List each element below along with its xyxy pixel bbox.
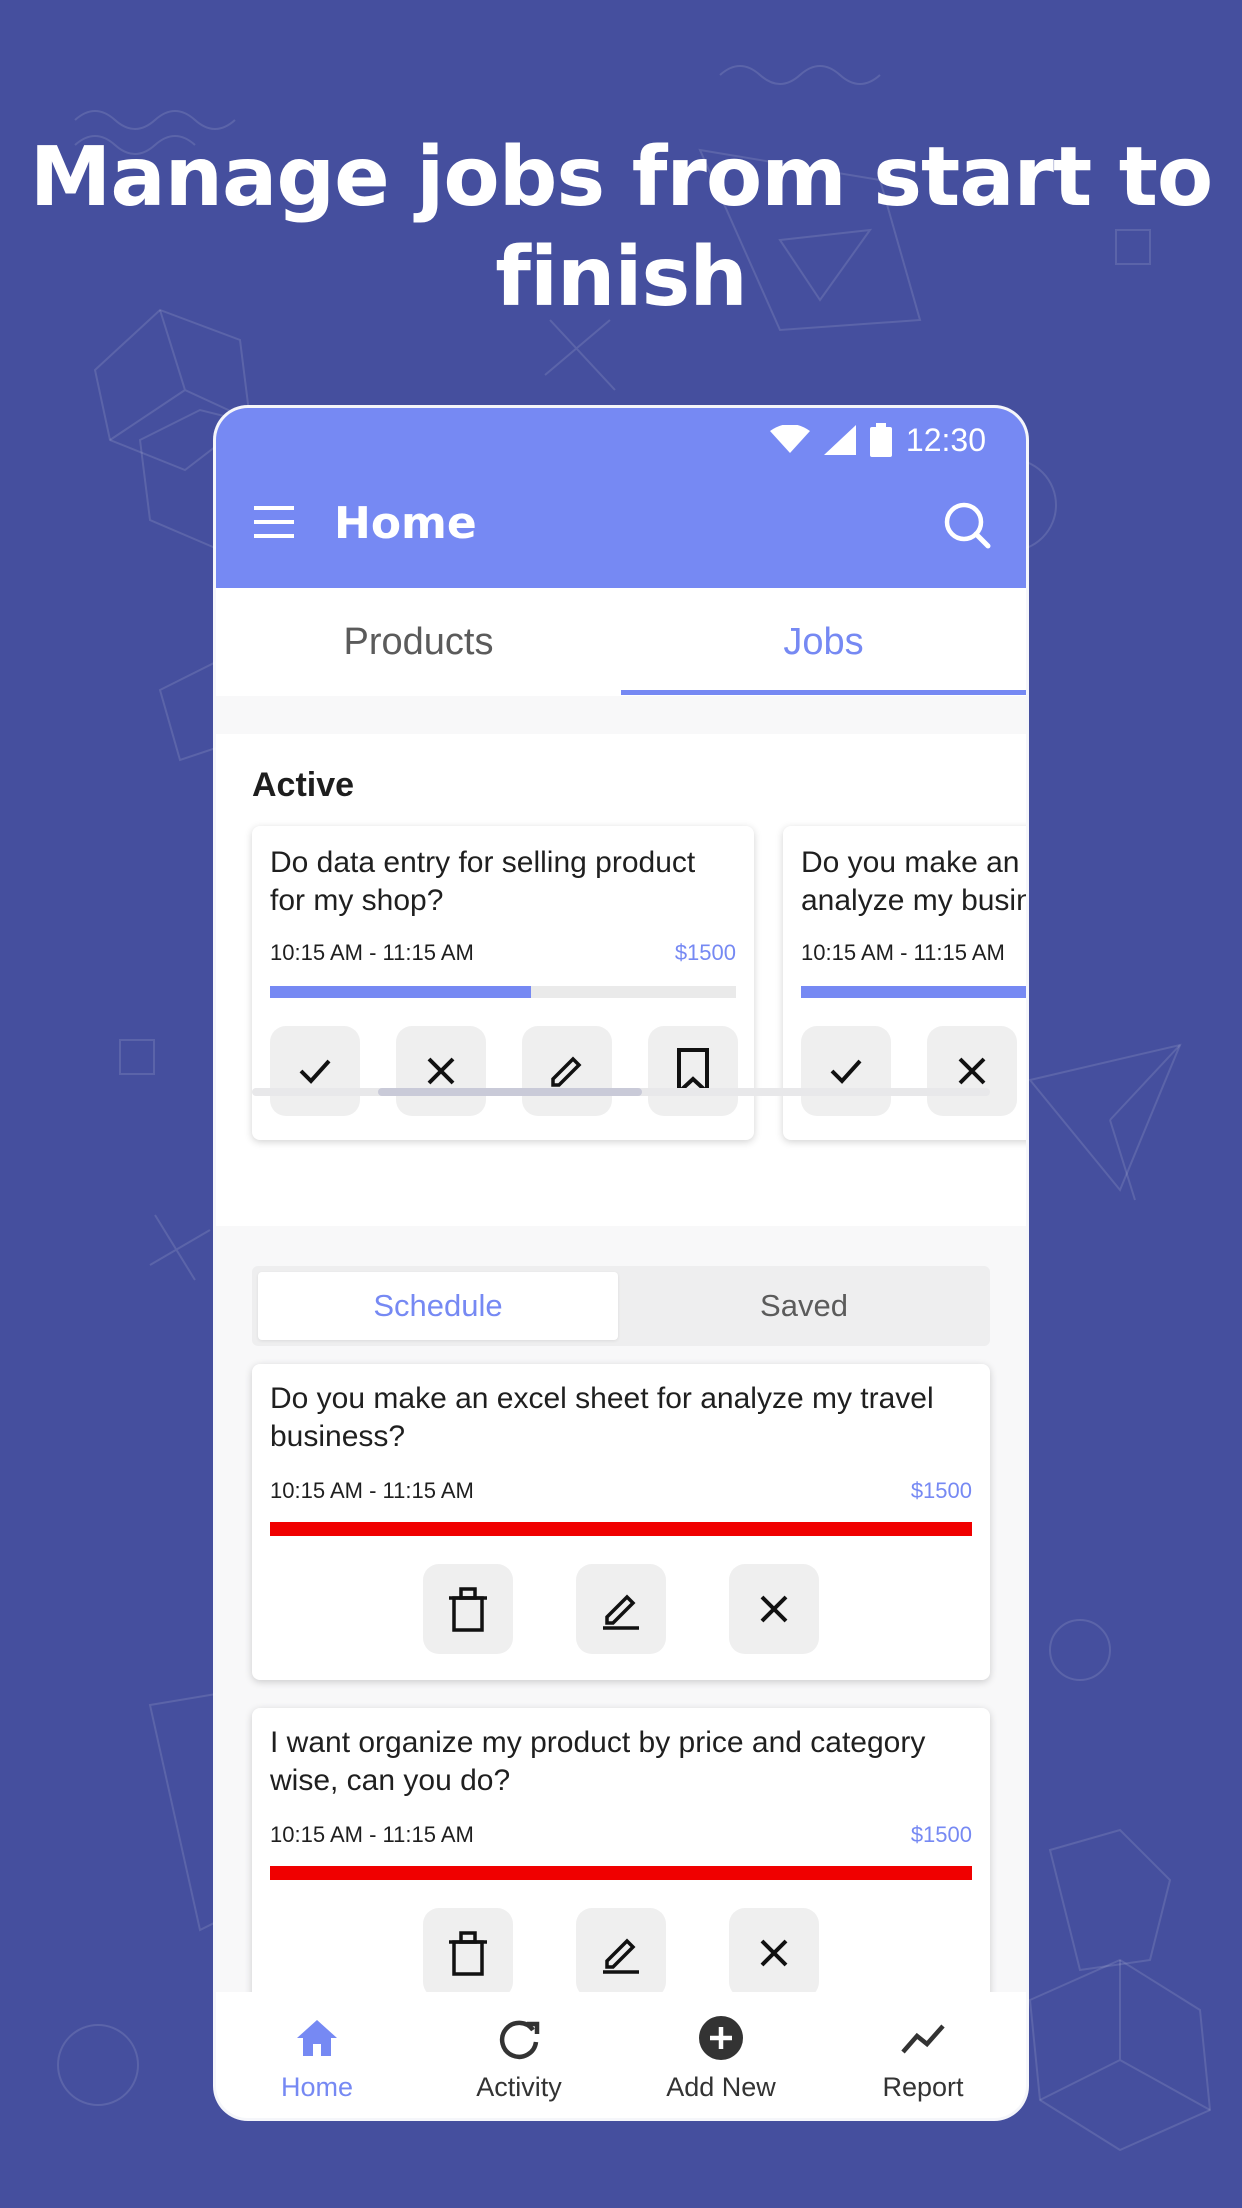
edit-button[interactable] [576,1908,666,1998]
segment-saved[interactable]: Saved [624,1272,984,1340]
nav-label: Activity [476,2072,562,2102]
job-price: $1500 [910,1478,972,1503]
nav-label: Home [280,2072,354,2102]
page-title: Home [334,498,477,549]
check-icon [299,1059,331,1084]
job-title: Do you make an excel sheet for analyze m… [801,846,1026,917]
job-progress-bar [270,1522,972,1536]
status-bar: 12:30 [769,420,986,460]
job-progress-bar [270,1866,972,1880]
schedule-card[interactable]: Do you make an excel sheet for analyze m… [252,1364,990,1680]
add-circle-icon [699,2016,743,2060]
edit-button[interactable] [576,1564,666,1654]
tab-products[interactable]: Products [216,588,621,696]
job-time: 10:15 AM - 11:15 AM [270,940,474,965]
job-time: 10:15 AM - 11:15 AM [270,1822,474,1847]
decline-button[interactable] [927,1026,1017,1116]
activity-icon [499,2020,540,2060]
battery-icon [869,423,892,457]
edit-icon [549,1056,585,1092]
job-price: $1500 [910,1822,972,1847]
close-icon [760,1595,788,1623]
job-progress-bar [801,986,1026,998]
close-icon [958,1057,986,1085]
delete-button[interactable] [423,1564,513,1654]
edit-icon [603,1938,639,1974]
hamburger-menu-icon[interactable] [252,500,296,544]
headline: Manage jobs from start to finish [29,130,1214,325]
signal-icon [823,425,856,455]
job-price: $1500 [674,940,736,965]
job-title: I want organize my product by price and … [270,1726,926,1797]
horizontal-scrollbar[interactable] [252,1088,990,1096]
progress-fill [270,986,531,998]
trash-icon [449,1587,487,1632]
job-time: 10:15 AM - 11:15 AM [801,940,1005,965]
edit-button[interactable] [522,1026,612,1116]
nav-home[interactable]: Home [216,1992,418,2118]
nav-label: Add New [666,2072,776,2102]
status-time: 12:30 [905,421,986,458]
job-title: Do data entry for selling product for my… [270,846,696,917]
cancel-button[interactable] [729,1564,819,1654]
top-tabs: Products Jobs [216,588,1026,696]
tab-jobs[interactable]: Jobs [621,588,1026,696]
delete-button[interactable] [423,1908,513,1998]
decline-button[interactable] [396,1026,486,1116]
accept-button[interactable] [801,1026,891,1116]
bottom-navigation: Home Activity Add New Report [216,1992,1026,2118]
section-title: Active [252,766,355,804]
app-bar: 12:30 Home [216,408,1026,588]
phone-frame: 12:30 Home Products Jobs Active Do data … [216,408,1026,2118]
active-jobs-section: Active Do data entry for selling product… [216,734,1026,1226]
nav-add-new[interactable]: Add New [620,1992,822,2118]
edit-icon [603,1594,639,1630]
trash-icon [449,1931,487,1976]
accept-button[interactable] [270,1026,360,1116]
check-icon [830,1059,862,1084]
job-time: 10:15 AM - 11:15 AM [270,1478,474,1503]
nav-label: Report [882,2072,964,2102]
job-title: Do you make an excel sheet for analyze m… [270,1382,934,1453]
tab-indicator [621,690,1026,695]
scrollbar-thumb[interactable] [378,1088,642,1096]
search-icon[interactable] [942,500,992,550]
close-icon [760,1939,788,1967]
bookmark-button[interactable] [648,1026,738,1116]
nav-activity[interactable]: Activity [418,1992,620,2118]
close-icon [427,1057,455,1085]
nav-report[interactable]: Report [822,1992,1024,2118]
progress-fill [801,986,1026,998]
segment-schedule[interactable]: Schedule [258,1272,618,1340]
home-icon [297,2020,337,2056]
job-progress-bar [270,986,736,998]
schedule-card[interactable]: I want organize my product by price and … [252,1708,990,2024]
trending-chart-icon [901,2024,945,2054]
cancel-button[interactable] [729,1908,819,1998]
wifi-icon [769,425,810,453]
schedule-saved-toggle: Schedule Saved [252,1266,990,1346]
